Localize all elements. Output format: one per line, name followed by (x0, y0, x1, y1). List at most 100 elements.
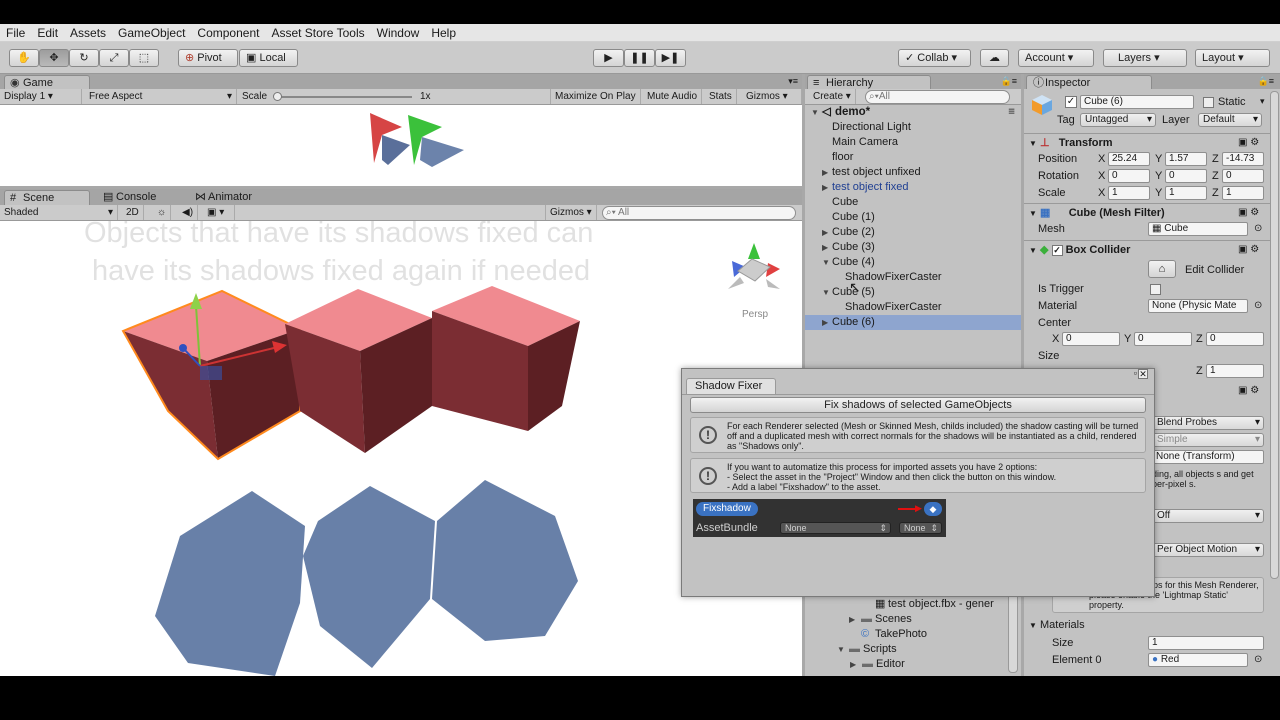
rotation-z-input[interactable]: 0 (1222, 169, 1264, 183)
scale-tool-button[interactable]: ⤢ (99, 49, 129, 67)
tag-dropdown[interactable]: Untagged ▾ (1080, 113, 1156, 127)
expand-arrow-icon[interactable]: ▶ (822, 315, 828, 330)
hierarchy-item[interactable]: Main Camera (805, 135, 1021, 150)
edit-collider-button[interactable]: ⌂ (1148, 260, 1176, 278)
inspector-scrollbar[interactable] (1270, 91, 1279, 579)
assetbundle-variant-dropdown[interactable]: None ⇕ (899, 522, 942, 534)
move-tool-button[interactable]: ✥ (39, 49, 69, 67)
game-panel-menu-icon[interactable]: ▾≡ (788, 76, 798, 87)
project-item[interactable]: ▦ test object.fbx - gener (805, 597, 1021, 612)
scale-x-input[interactable]: 1 (1108, 186, 1150, 200)
assetbundle-dropdown[interactable]: None ⇕ (780, 522, 891, 534)
lighting-toggle[interactable]: ☼ (153, 205, 172, 220)
object-picker-icon[interactable]: ⊙ (1254, 300, 1262, 311)
tab-console[interactable]: ▤ Console (98, 190, 188, 206)
scene-gizmos-dropdown[interactable]: Gizmos ▾ (545, 205, 597, 220)
hierarchy-search-input[interactable]: ⌕▾All (865, 90, 1010, 104)
center-z-input[interactable]: 0 (1206, 332, 1264, 346)
layout-dropdown[interactable]: Layout ▾ (1195, 49, 1270, 67)
hierarchy-item[interactable]: ShadowFixerCaster (805, 300, 1021, 315)
collapse-arrow-icon[interactable]: ▼ (822, 285, 830, 300)
collapse-arrow-icon[interactable]: ▼ (822, 255, 830, 270)
expand-arrow-icon[interactable]: ▶ (850, 657, 856, 672)
expand-arrow-icon[interactable]: ▶ (822, 180, 828, 195)
persp-label[interactable]: Persp (742, 309, 768, 320)
simple-dropdown[interactable]: Simple ▾ (1152, 433, 1264, 447)
static-dropdown-arrow-icon[interactable]: ▾ (1260, 96, 1265, 107)
inspector-lock-icon[interactable]: 🔒≡ (1258, 76, 1274, 87)
materials-header[interactable]: ▼ Materials (1029, 617, 1271, 633)
box-collider-header[interactable]: ▼ ◆ ✓ Box Collider (1029, 242, 1271, 258)
hierarchy-item[interactable]: ▼ Cube (5) (805, 285, 1021, 300)
scale-control[interactable]: Scale 1x (238, 89, 438, 104)
hierarchy-item[interactable]: floor (805, 150, 1021, 165)
tab-scene[interactable]: # Scene (4, 190, 90, 206)
stats-toggle[interactable]: Stats (705, 89, 737, 104)
element-0-field[interactable]: ● Red (1148, 653, 1248, 667)
pivot-button[interactable]: ⊕ Pivot (178, 49, 238, 67)
anchor-override-field[interactable]: None (Transform) (1152, 450, 1264, 464)
project-item[interactable]: ▼ ▬ Scripts (805, 642, 1021, 657)
local-button[interactable]: ▣ Local (239, 49, 298, 67)
project-item[interactable]: © TakePhoto (805, 627, 1021, 642)
window-close-icon[interactable]: ✕ (1138, 369, 1148, 379)
menu-help[interactable]: Help (425, 24, 462, 40)
shadows-dropdown[interactable]: Off ▾ (1152, 509, 1264, 523)
material-object-field[interactable]: None (Physic Mate (1148, 299, 1248, 313)
expand-arrow-icon[interactable]: ▶ (822, 225, 828, 240)
cloud-button[interactable]: ☁ (980, 49, 1009, 67)
transform-header[interactable]: ▼ ⊥ Transform (1029, 135, 1271, 151)
audio-toggle[interactable]: ◀) (178, 205, 199, 220)
component-settings-icon[interactable]: ▣ ⚙ (1238, 244, 1259, 255)
project-item[interactable]: ▶ ▬ Scenes (805, 612, 1021, 627)
aspect-dropdown[interactable]: Free Aspect ▾ (85, 89, 237, 104)
box-collider-enabled-checkbox[interactable]: ✓ (1051, 245, 1063, 256)
hierarchy-lock-icon[interactable]: 🔒≡ (1001, 76, 1017, 87)
shading-dropdown[interactable]: Shaded ▾ (0, 205, 118, 220)
collab-button[interactable]: ✓ Collab ▾ (898, 49, 971, 67)
object-picker-icon[interactable]: ⊙ (1254, 223, 1262, 234)
mesh-filter-header[interactable]: ▼ ▦ Cube (Mesh Filter) (1029, 205, 1271, 221)
center-x-input[interactable]: 0 (1062, 332, 1120, 346)
expand-arrow-icon[interactable]: ▶ (822, 240, 828, 255)
materials-size-input[interactable]: 1 (1148, 636, 1264, 650)
scale-y-input[interactable]: 1 (1165, 186, 1207, 200)
hierarchy-item[interactable]: ▼ Cube (4) (805, 255, 1021, 270)
rotation-x-input[interactable]: 0 (1108, 169, 1150, 183)
collapse-arrow-icon[interactable]: ▼ (837, 642, 845, 657)
center-y-input[interactable]: 0 (1134, 332, 1192, 346)
menu-edit[interactable]: Edit (31, 24, 64, 40)
mesh-object-field[interactable]: ▦ Cube (1148, 222, 1248, 236)
window-maximize-icon[interactable]: ▫ (1134, 368, 1137, 378)
hierarchy-item[interactable]: ▶ test object fixed (805, 180, 1021, 195)
component-settings-icon[interactable]: ▣ ⚙ (1238, 137, 1259, 148)
component-settings-icon[interactable]: ▣ ⚙ (1238, 207, 1259, 218)
motion-vectors-dropdown[interactable]: Per Object Motion ▾ (1152, 543, 1264, 557)
hierarchy-item-selected[interactable]: ▶ Cube (6) (805, 315, 1021, 330)
menu-component[interactable]: Component (191, 24, 265, 40)
menu-gameobject[interactable]: GameObject (112, 24, 191, 40)
position-z-input[interactable]: -14.73 (1222, 152, 1264, 166)
is-trigger-checkbox[interactable] (1150, 284, 1161, 295)
active-checkbox[interactable]: ✓ (1065, 96, 1077, 108)
fixshadow-label-chip[interactable]: Fixshadow (696, 502, 758, 516)
rect-tool-button[interactable]: ⬚ (129, 49, 159, 67)
scale-z-input[interactable]: 1 (1222, 186, 1264, 200)
probes-dropdown[interactable]: Blend Probes ▾ (1152, 416, 1264, 430)
hierarchy-item[interactable]: ShadowFixerCaster (805, 270, 1021, 285)
menu-assets[interactable]: Assets (64, 24, 112, 40)
create-dropdown[interactable]: Create ▾ (809, 89, 856, 104)
expand-arrow-icon[interactable]: ▶ (849, 612, 855, 627)
fix-shadows-button[interactable]: Fix shadows of selected GameObjects (690, 397, 1146, 413)
pause-button[interactable]: ❚❚ (624, 49, 655, 67)
project-item[interactable]: ▶ ▬ Editor (805, 657, 1021, 672)
shadow-fixer-tab[interactable]: Shadow Fixer (686, 378, 776, 394)
size-z-input[interactable]: 1 (1206, 364, 1264, 378)
object-name-input[interactable]: Cube (6) (1080, 95, 1194, 109)
scale-slider-handle[interactable] (273, 92, 282, 101)
scene-menu-icon[interactable]: ≡ (1008, 105, 1015, 120)
hierarchy-item[interactable]: Cube (1) (805, 210, 1021, 225)
play-button[interactable]: ▶ (593, 49, 624, 67)
step-button[interactable]: ▶❚ (655, 49, 686, 67)
expand-arrow-icon[interactable]: ▶ (822, 165, 828, 180)
